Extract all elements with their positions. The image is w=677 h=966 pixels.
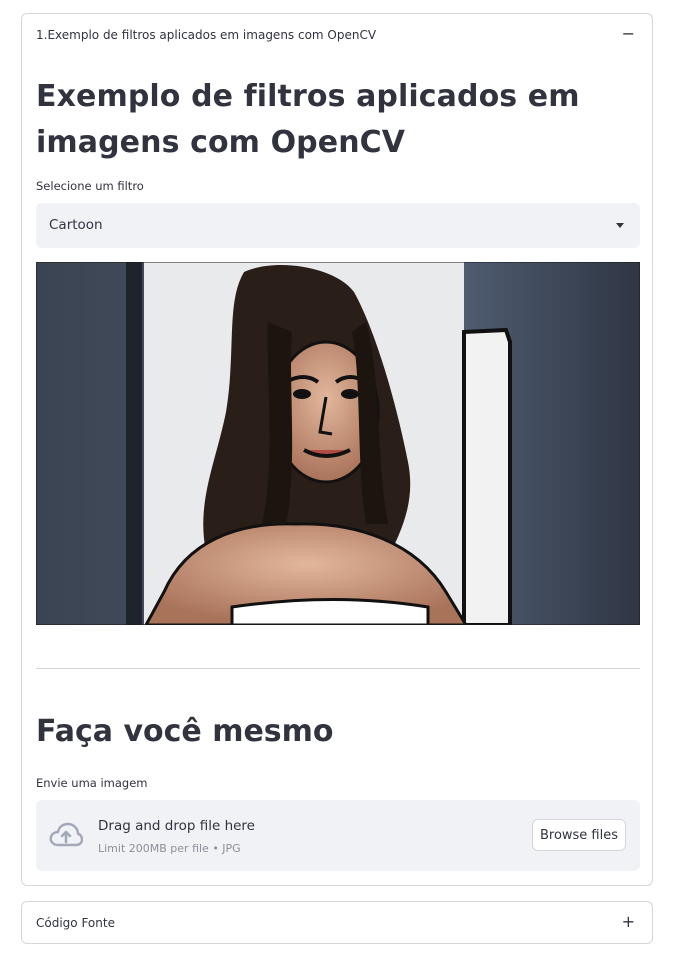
dropzone-title: Drag and drop file here <box>98 818 255 834</box>
page-title: Exemplo de filtros aplicados em imagens … <box>36 79 580 160</box>
filters-expander: 1.Exemplo de filtros aplicados em imagen… <box>21 13 653 886</box>
file-dropzone[interactable]: Drag and drop file here Limit 200MB per … <box>36 800 640 871</box>
section-divider <box>36 668 640 669</box>
browse-files-button[interactable]: Browse files <box>532 819 626 851</box>
expand-icon[interactable]: + <box>622 914 635 930</box>
chevron-down-icon <box>616 223 624 228</box>
cloud-upload-icon <box>49 822 83 847</box>
filters-expander-title: 1.Exemplo de filtros aplicados em imagen… <box>36 28 377 42</box>
filter-select-value: Cartoon <box>49 217 103 233</box>
filtered-image <box>36 262 640 625</box>
source-code-expander[interactable]: Código Fonte + <box>21 901 653 944</box>
filter-select[interactable]: Cartoon <box>36 203 640 248</box>
upload-label: Envie uma imagem <box>36 776 148 790</box>
filters-expander-header[interactable]: 1.Exemplo de filtros aplicados em imagen… <box>22 14 652 56</box>
filter-select-label: Selecione um filtro <box>36 179 144 193</box>
source-code-expander-header[interactable]: Código Fonte + <box>22 902 652 944</box>
dropzone-limit: Limit 200MB per file • JPG <box>98 842 241 855</box>
source-code-expander-title: Código Fonte <box>36 916 115 930</box>
collapse-icon[interactable]: − <box>622 26 635 42</box>
section-title: Faça você mesmo <box>36 714 334 749</box>
